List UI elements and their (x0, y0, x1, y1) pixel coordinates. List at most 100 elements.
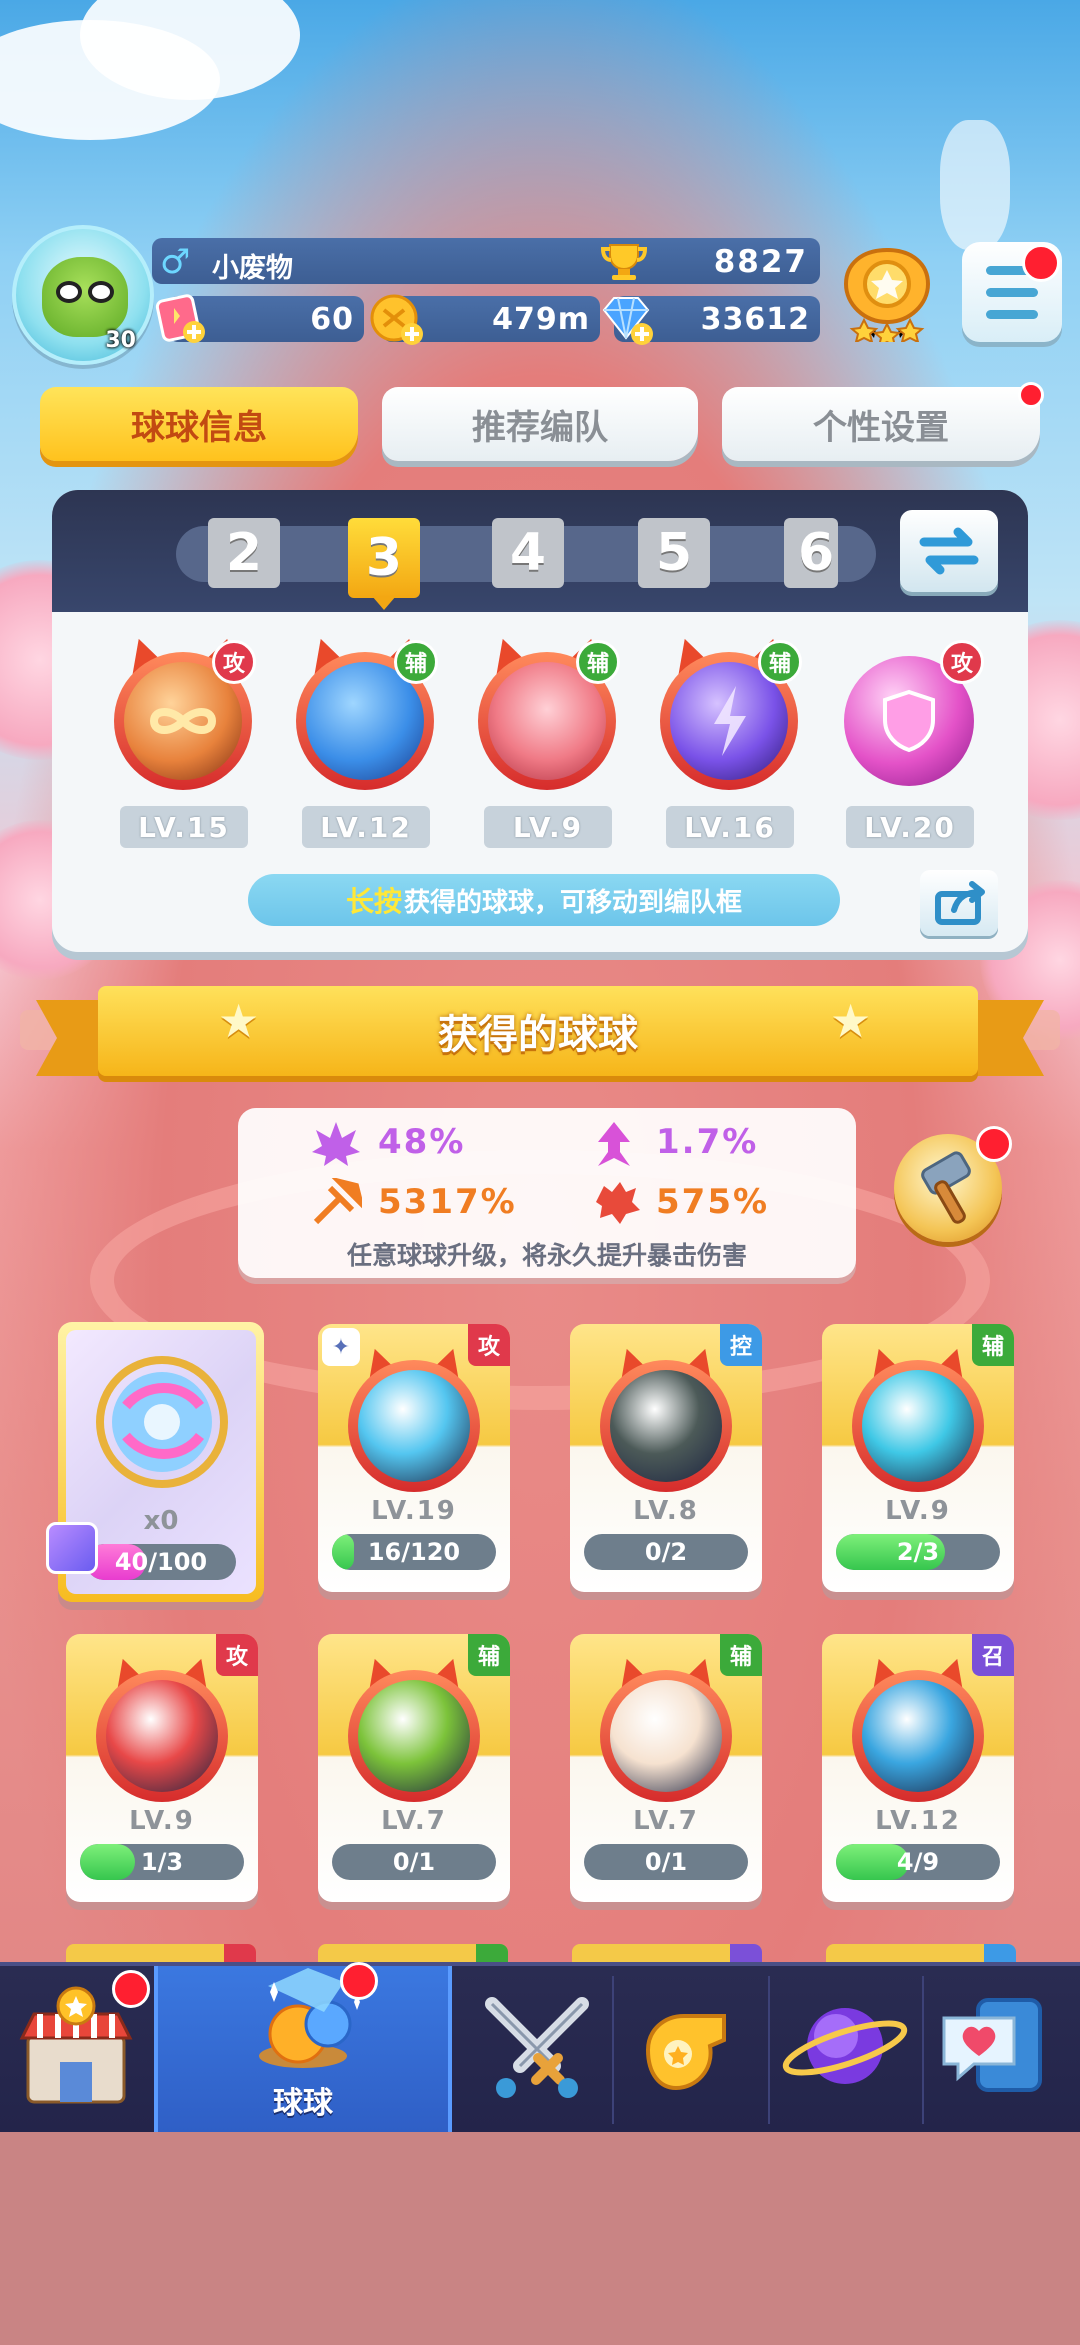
team-ball-level: LV.16 (666, 806, 794, 848)
progress-text: 0/1 (392, 1848, 436, 1876)
trophy-icon (600, 244, 648, 280)
type-badge: 辅 (468, 1634, 510, 1676)
settings-notification-dot (1018, 382, 1044, 408)
ball-level: LV.9 (129, 1806, 195, 1836)
type-badge: 攻 (216, 1634, 258, 1676)
hammer-notification-dot (976, 1126, 1012, 1162)
ball-card-ice-pin-ball[interactable]: 攻 ✦ LV.19 16/120 (318, 1324, 510, 1592)
team-ball-hexagon[interactable]: 辅 (290, 633, 440, 790)
sheep-ball-icon (596, 1653, 736, 1802)
progress-text: 1/3 (140, 1848, 184, 1876)
crit-rate-bonus-value: 1.7% (656, 1122, 759, 1162)
team-slot-4[interactable]: 4 (492, 518, 564, 588)
nav-whistle[interactable] (614, 1966, 768, 2132)
player-avatar[interactable]: 30 (12, 225, 154, 365)
team-slot-6[interactable]: 6 (784, 518, 838, 588)
crystal-ball-icon (259, 1968, 360, 2068)
ball-level: LV.7 (381, 1806, 447, 1836)
ball-level: LV.19 (371, 1496, 457, 1526)
male-gender-icon: ♂ (160, 242, 191, 282)
energy-bar[interactable]: 60 (155, 294, 364, 343)
gem-plus-icon (602, 297, 653, 345)
type-badge: 控 (720, 1324, 762, 1366)
ball-card-swirl-ball[interactable]: 辅 LV.9 2/3 (822, 1324, 1014, 1592)
balls-notification-dot (340, 1962, 378, 2000)
upgrade-progress-bar: 16/120 (332, 1534, 496, 1570)
team-ball-level: LV.12 (302, 806, 430, 848)
crit-damage-value: 5317% (378, 1182, 517, 1222)
planet-icon (782, 2008, 908, 2084)
gold-coin-plus-icon (370, 294, 423, 345)
team-ball-infinity[interactable]: 攻 (108, 633, 258, 790)
nav-social[interactable] (924, 1966, 1078, 2132)
type-badge: 召 (972, 1634, 1014, 1676)
team-panel: 2 3 4 5 6 攻 LV.15 辅 LV.12 辅 LV.9 辅 LV.16… (52, 490, 1028, 952)
team-slot-2[interactable]: 2 (208, 518, 280, 588)
rainbow-ball-icon (96, 1356, 228, 1488)
crit-rate-icon (312, 1122, 360, 1166)
type-badge: 辅 (758, 640, 802, 684)
star-icon: ★ (830, 994, 872, 1048)
ball-card-fish-ball[interactable]: 召 LV.12 4/9 (822, 1634, 1014, 1902)
ice-pin-ball-icon (344, 1343, 484, 1492)
long-press-hint: 长按 获得的球球，可移动到编队框 (248, 874, 840, 926)
banner-title: 获得的球球 (438, 1012, 638, 1058)
gem-bar[interactable]: 33612 (602, 296, 820, 345)
progress-text: 2/3 (896, 1538, 940, 1566)
ball-card-sheep-ball[interactable]: 辅 LV.7 0/1 (570, 1634, 762, 1902)
special-ball-card[interactable]: x0 40/100 (46, 1322, 264, 1602)
pin-icon[interactable]: ✦ (322, 1328, 360, 1366)
team-ball-shield[interactable]: 攻 (836, 638, 986, 788)
swap-arrows-icon (919, 527, 979, 575)
nav-planet[interactable] (768, 1966, 922, 2132)
crit-fist-icon (596, 1182, 640, 1224)
upgrade-progress-bar: 1/3 (80, 1844, 244, 1880)
progress-text: 4/9 (896, 1848, 940, 1876)
ball-level: LV.7 (633, 1806, 699, 1836)
team-slot-5[interactable]: 5 (638, 518, 710, 588)
upgrade-progress-bar: 0/1 (584, 1844, 748, 1880)
type-badge: 攻 (940, 640, 984, 684)
upgrade-progress-bar: 2/3 (836, 1534, 1000, 1570)
progress-text: 0/1 (644, 1848, 688, 1876)
type-badge: 辅 (972, 1324, 1014, 1366)
ball-card-plasma-ball[interactable]: 攻 LV.9 1/3 (66, 1634, 258, 1902)
team-ball-level: LV.20 (846, 806, 974, 848)
next-row-card (826, 1944, 1016, 1962)
tab-personal-settings[interactable]: 个性设置 (722, 387, 1040, 461)
plasma-ball-icon (92, 1653, 232, 1802)
nav-battle[interactable] (460, 1966, 614, 2132)
crit-rate-value: 48% (378, 1122, 466, 1162)
ball-level: LV.9 (885, 1496, 951, 1526)
tab-ball-info[interactable]: 球球信息 (40, 387, 358, 461)
swirl-ball-icon (848, 1343, 988, 1492)
tab-recommended-team[interactable]: 推荐编队 (382, 387, 698, 461)
goblin-avatar-icon (42, 257, 128, 337)
team-ball-level: LV.15 (120, 806, 248, 848)
team-ball-level: LV.9 (484, 806, 612, 848)
puzzle-fragment-icon (46, 1522, 98, 1574)
share-team-button[interactable] (920, 870, 998, 936)
whistle-icon (645, 2014, 726, 2091)
ball-card-goblin-ball[interactable]: 辅 LV.7 0/1 (318, 1634, 510, 1902)
fish-ball-icon (848, 1653, 988, 1802)
team-ball-muscle[interactable]: 辅 (472, 633, 622, 790)
goblin-ball-icon (344, 1653, 484, 1802)
progress-text: 0/2 (644, 1538, 688, 1566)
menu-notification-dot (1022, 244, 1060, 282)
energy-value: 60 (310, 302, 354, 337)
type-badge: 攻 (468, 1324, 510, 1366)
upgrade-progress-bar: 0/1 (332, 1844, 496, 1880)
upgrade-progress-bar: 4/9 (836, 1844, 1000, 1880)
gold-bar[interactable]: 479m (370, 294, 600, 345)
type-badge: 攻 (212, 640, 256, 684)
nav-balls[interactable]: 球球 (154, 1966, 452, 2132)
ball-card-ghost-mask-ball[interactable]: 控 LV.8 0/2 (570, 1324, 762, 1592)
team-ball-lightning[interactable]: 辅 (654, 633, 804, 790)
crit-description: 任意球球升级，将永久提升暴击伤害 (346, 1241, 747, 1270)
swap-team-button[interactable] (900, 510, 998, 592)
rank-badge-icon[interactable] (838, 244, 936, 342)
special-progress-bar: 40/100 (86, 1544, 236, 1580)
team-slot-3[interactable]: 3 (348, 518, 420, 610)
crossed-swords-icon (485, 1997, 589, 2098)
